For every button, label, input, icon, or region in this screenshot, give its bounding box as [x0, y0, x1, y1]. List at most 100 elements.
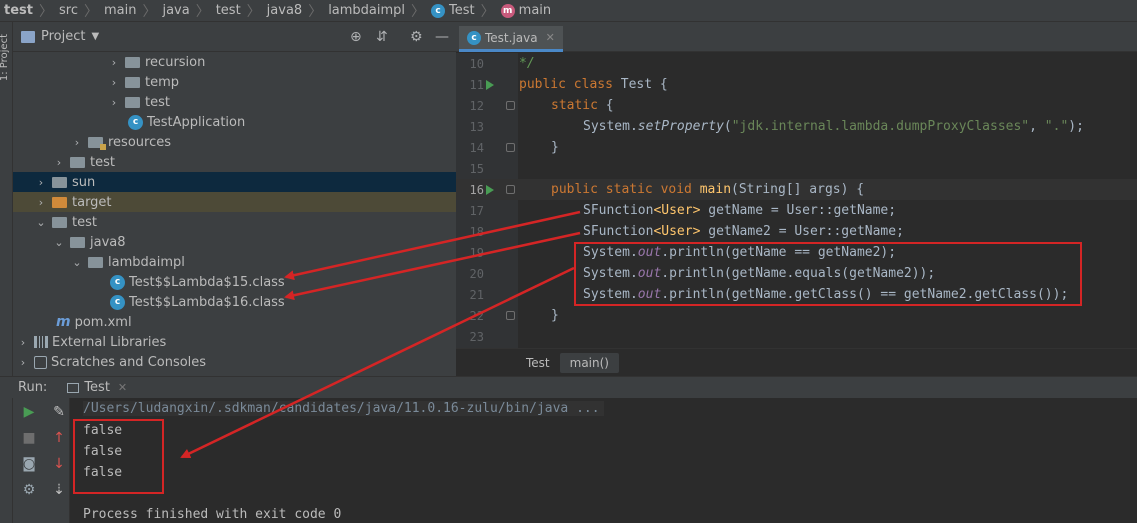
tree-item-resources[interactable]: › resources — [13, 132, 456, 152]
project-view-selector[interactable]: Project — [41, 29, 85, 44]
chevron-right-icon[interactable]: › — [16, 336, 30, 349]
chevron-right-icon[interactable]: › — [107, 96, 121, 109]
tree-item-testapplication[interactable]: c TestApplication — [13, 112, 456, 132]
edit-config-icon[interactable]: ✎ — [49, 404, 69, 420]
chevron-right-icon[interactable]: › — [107, 76, 121, 89]
crumb-class-label: Test — [449, 3, 475, 18]
chevron-down-icon[interactable]: ⌄ — [70, 256, 84, 269]
editor-crumb-method[interactable]: main() — [559, 352, 619, 373]
stop-icon[interactable]: ■ — [19, 430, 39, 446]
tree-item-label: lambdaimpl — [108, 254, 185, 270]
code-line[interactable]: 10 */ — [456, 53, 1137, 74]
hide-icon[interactable]: — — [435, 29, 449, 45]
string-token: "." — [1044, 119, 1069, 134]
line-number: 21 — [469, 287, 484, 302]
tab-test-java[interactable]: c Test.java ✕ — [459, 26, 563, 52]
collapse-all-icon[interactable]: ⇵ — [376, 29, 388, 45]
console-output[interactable]: /Users/ludangxin/.sdkman/candidates/java… — [71, 398, 1137, 523]
run-tab-label: Test — [84, 380, 110, 395]
tree-item-scratches[interactable]: › Scratches and Consoles — [13, 352, 456, 372]
line-number: 11 — [469, 77, 484, 92]
chevron-down-icon[interactable]: ▼ — [91, 31, 99, 42]
code-line[interactable]: 17 SFunction<User> getName = User::getNam… — [456, 200, 1137, 221]
fold-icon[interactable] — [506, 311, 515, 320]
crumb-src[interactable]: src — [59, 3, 78, 18]
code-text: } — [551, 308, 559, 323]
chevron-down-icon[interactable]: ⌄ — [34, 216, 48, 229]
crumb-separator: 〉 — [38, 3, 53, 20]
run-tab-test[interactable]: Test ✕ — [67, 380, 127, 395]
tree-item-external-libraries[interactable]: › External Libraries — [13, 332, 456, 352]
run-gutter-icon[interactable] — [486, 185, 494, 195]
keyword-token: public static void — [551, 182, 700, 197]
tree-item-temp[interactable]: › temp — [13, 72, 456, 92]
code-line[interactable]: 18 SFunction<User> getName2 = User::getNa… — [456, 221, 1137, 242]
camera-icon[interactable]: ◙ — [19, 456, 39, 472]
tree-item-pom[interactable]: m pom.xml — [13, 312, 456, 332]
tree-item-lambda15-class[interactable]: c Test$$Lambda$15.class — [13, 272, 456, 292]
code-line[interactable]: 15 — [456, 158, 1137, 179]
line-number: 23 — [469, 329, 484, 344]
tree-item-label: recursion — [145, 54, 206, 70]
chevron-right-icon[interactable]: › — [52, 156, 66, 169]
tree-item-lambda16-class[interactable]: c Test$$Lambda$16.class — [13, 292, 456, 312]
chevron-right-icon[interactable]: › — [107, 56, 121, 69]
crumb-java[interactable]: java — [162, 3, 189, 18]
crumb-class[interactable]: c Test — [431, 3, 475, 18]
gear-icon[interactable]: ⚙ — [410, 29, 423, 45]
code-line-current[interactable]: 16 public static void main(String[] args)… — [456, 179, 1137, 200]
sort-icon[interactable]: ⇣ — [49, 482, 69, 498]
package-icon — [125, 56, 140, 68]
crumb-java8[interactable]: java8 — [267, 3, 303, 18]
code-line[interactable]: 23 — [456, 326, 1137, 347]
code-line[interactable]: 14} — [456, 137, 1137, 158]
run-gutter-icon[interactable] — [486, 80, 494, 90]
line-number: 18 — [469, 224, 484, 239]
crumb-lambdaimpl[interactable]: lambdaimpl — [328, 3, 405, 18]
tree-item-sun[interactable]: › sun — [13, 172, 456, 192]
chevron-right-icon[interactable]: › — [16, 356, 30, 369]
chevron-right-icon[interactable]: › — [34, 176, 48, 189]
identifier-token: Test { — [620, 77, 668, 92]
crumb-test[interactable]: test — [216, 3, 241, 18]
crumb-project[interactable]: test — [4, 3, 33, 18]
crumb-main[interactable]: main — [104, 3, 136, 18]
close-icon[interactable]: ✕ — [118, 381, 127, 394]
code-line[interactable]: 22} — [456, 305, 1137, 326]
code-line[interactable]: 12 static { — [456, 95, 1137, 116]
punctuation-token: ( — [723, 119, 732, 134]
fold-icon[interactable] — [506, 101, 515, 110]
punctuation-token: } — [551, 140, 559, 155]
string-token: "jdk.internal.lambda.dumpProxyClasses" — [731, 119, 1030, 134]
code-text: static { — [551, 98, 614, 113]
package-icon — [125, 96, 140, 108]
tree-item-target[interactable]: › target — [13, 192, 456, 212]
tree-item-lambdaimpl[interactable]: ⌄ lambdaimpl — [13, 252, 456, 272]
chevron-down-icon[interactable]: ⌄ — [52, 236, 66, 249]
locate-icon[interactable]: ⊕ — [350, 29, 362, 45]
console-command-line: /Users/ludangxin/.sdkman/candidates/java… — [83, 401, 604, 416]
crumb-method[interactable]: m main — [500, 3, 551, 18]
fold-icon[interactable] — [506, 185, 515, 194]
code-line[interactable]: 13 System.setProperty("jdk.internal.lambd… — [456, 116, 1137, 137]
close-icon[interactable]: ✕ — [546, 31, 555, 44]
rerun-icon[interactable]: ▶ — [19, 404, 39, 420]
code-text: public class Test { — [519, 77, 668, 92]
chevron-right-icon[interactable]: › — [34, 196, 48, 209]
generic-token: <User> — [653, 203, 701, 218]
code-line[interactable]: 11 public class Test { — [456, 74, 1137, 95]
tree-item-test-root[interactable]: ⌄ test — [13, 212, 456, 232]
settings-icon[interactable]: ⚙ — [19, 482, 39, 498]
up-arrow-icon[interactable]: ↑ — [49, 430, 69, 446]
chevron-right-icon[interactable]: › — [70, 136, 84, 149]
tree-item-recursion[interactable]: › recursion — [13, 52, 456, 72]
tree-item-test-folder[interactable]: › test — [13, 152, 456, 172]
line-number: 22 — [469, 308, 484, 323]
tree-item-test-package[interactable]: › test — [13, 92, 456, 112]
fold-icon[interactable] — [506, 143, 515, 152]
tree-item-java8[interactable]: ⌄ java8 — [13, 232, 456, 252]
down-arrow-icon[interactable]: ↓ — [49, 456, 69, 472]
method-icon: m — [500, 3, 515, 18]
project-tool-button[interactable]: 1: Project — [0, 34, 13, 81]
editor-crumb-class[interactable]: Test — [516, 353, 560, 373]
